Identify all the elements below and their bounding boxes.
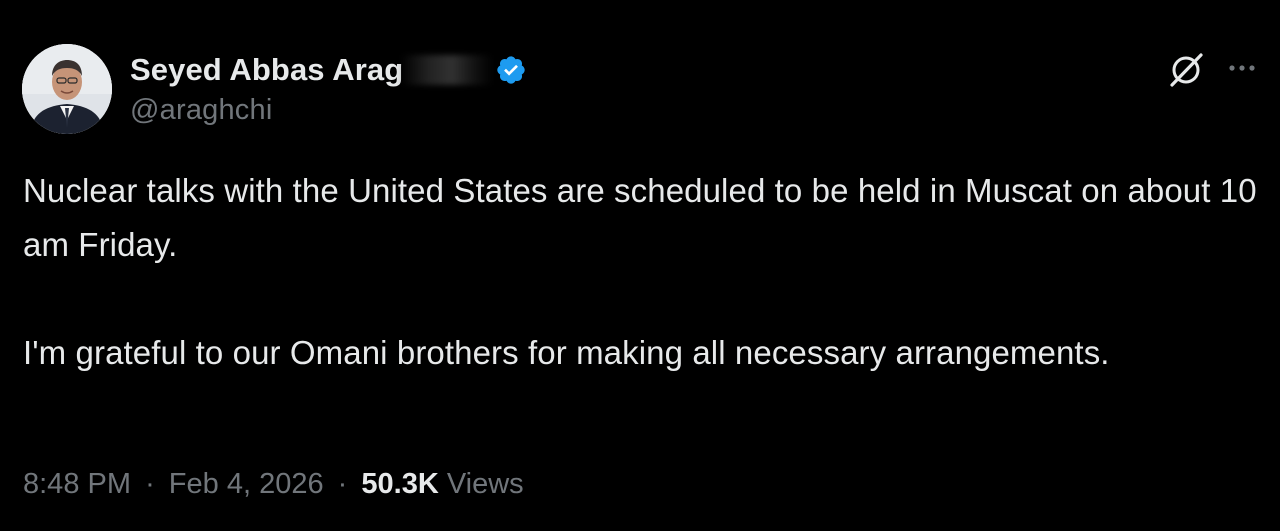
more-options-icon [1229,65,1255,71]
tweet-date[interactable]: Feb 4, 2026 [169,468,324,500]
separator: · [145,468,155,500]
avatar[interactable] [22,44,112,134]
tweet-paragraph: I'm grateful to our Omani brothers for m… [23,334,1110,371]
separator: · [337,468,348,500]
display-name-row[interactable]: Seyed Abbas Arag [130,50,527,90]
grok-button[interactable] [1164,48,1208,92]
verified-badge-icon[interactable] [495,54,527,86]
author-handle[interactable]: @araghchi [130,94,527,127]
tweet-paragraph: Nuclear talks with the United States are… [23,172,1266,263]
redaction-blur [401,55,494,85]
tweet-header: Seyed Abbas Arag @araghchi [22,44,1262,136]
display-name[interactable]: Seyed Abbas Arag [130,52,403,88]
tweet-time[interactable]: 8:48 PM [23,468,131,500]
tweet-card: Seyed Abbas Arag @araghchi Nuclear talks… [0,0,1280,531]
grok-icon [1170,53,1203,87]
tweet-text: Nuclear talks with the United States are… [23,164,1263,380]
profile-photo-icon [22,44,112,134]
author-names: Seyed Abbas Arag @araghchi [130,50,527,127]
tweet-metadata: 8:48 PM · Feb 4, 2026 · 50.3K Views [23,468,524,501]
more-options-button[interactable] [1222,48,1262,88]
views-label: Views [446,468,524,500]
views-count[interactable]: 50.3K [361,468,438,500]
